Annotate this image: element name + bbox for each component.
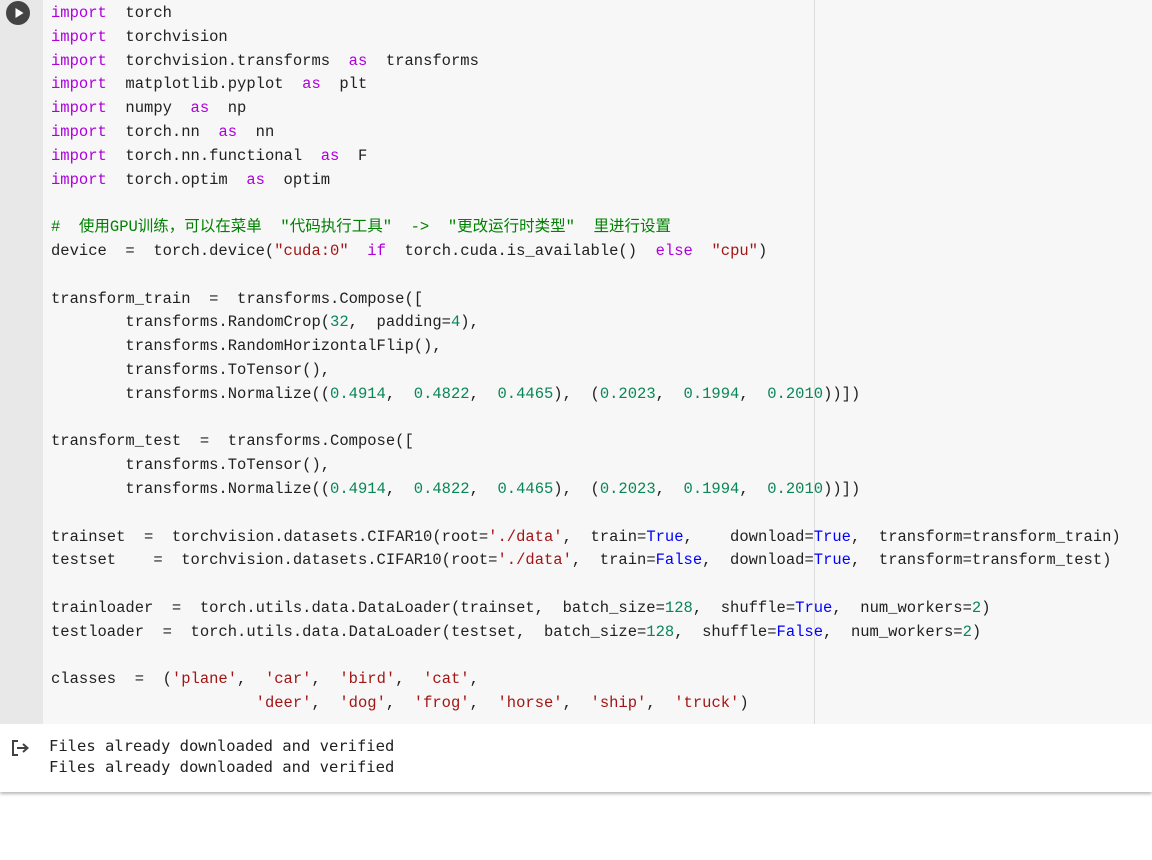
- output-redirect-icon: [12, 740, 30, 756]
- code-line: import torchvision.transforms as transfo…: [51, 51, 479, 70]
- code-cell[interactable]: import torch import torchvision import tor…: [0, 0, 1152, 792]
- play-circle-icon: [15, 8, 24, 18]
- code-line: transform_test = transforms.Compose([: [51, 432, 414, 451]
- cell-output: Files already downloaded and verified Fil…: [0, 724, 1152, 792]
- code-line: transforms.ToTensor(),: [51, 456, 331, 475]
- code-line: import matplotlib.pyplot as plt: [51, 75, 368, 94]
- code-line: 'deer', 'dog', 'frog', 'horse', 'ship', …: [255, 694, 749, 713]
- code-line: import torch.nn.functional as F: [51, 146, 368, 165]
- code-line: transforms.Normalize((0.4914, 0.4822, 0.…: [51, 384, 861, 403]
- code-line: transforms.RandomHorizontalFlip(),: [51, 337, 442, 356]
- run-cell-button[interactable]: [6, 1, 30, 25]
- code-line: transforms.Normalize((0.4914, 0.4822, 0.…: [51, 479, 861, 498]
- code-line: testset = torchvision.datasets.CIFAR10(r…: [51, 551, 1112, 570]
- cell-gutter: [0, 0, 43, 724]
- code-line: import torch.optim as optim: [51, 170, 331, 189]
- output-line: Files already downloaded and verified: [49, 758, 395, 776]
- code-line: classes = ('plane', 'car', 'bird', 'cat'…: [51, 670, 479, 689]
- code-line: import torchvision: [51, 27, 228, 46]
- code-line: device = torch.device("cuda:0" if torch.…: [51, 241, 768, 260]
- code-line: import numpy as np: [51, 99, 247, 118]
- code-line: import torch: [51, 4, 172, 22]
- code-line: import torch.nn as nn: [51, 122, 275, 141]
- code-line: transform_train = transforms.Compose([: [51, 289, 424, 308]
- code-line: transforms.ToTensor(),: [51, 360, 331, 379]
- code-line: # 使用GPU训练，可以在菜单 "代码执行工具" -> "更改运行时类型" 里进…: [51, 218, 672, 237]
- code-content[interactable]: import torch import torchvision import tor…: [51, 2, 1121, 716]
- code-line: transforms.RandomCrop(32, padding=4),: [51, 313, 479, 332]
- output-line: Files already downloaded and verified: [49, 737, 395, 755]
- code-line: trainloader = torch.utils.data.DataLoade…: [51, 598, 991, 617]
- code-line: trainset = torchvision.datasets.CIFAR10(…: [51, 527, 1121, 546]
- output-text: Files already downloaded and verified Fil…: [49, 736, 394, 778]
- code-line: testloader = torch.utils.data.DataLoader…: [51, 622, 982, 641]
